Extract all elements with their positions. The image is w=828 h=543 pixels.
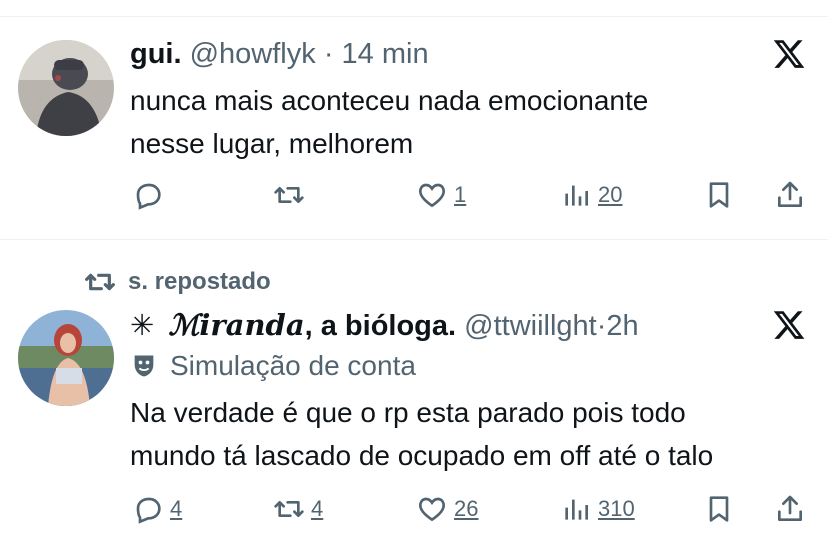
views-count[interactable]: 310 [598,496,635,522]
share-button[interactable] [774,489,806,529]
author-handle[interactable]: @ttwiillght [464,310,597,342]
separator: · [323,38,334,70]
reply-icon [136,183,161,210]
views-button[interactable]: 310 [560,489,635,529]
action-bar: 4 4 26 310 [0,489,828,529]
avatar[interactable] [18,310,114,406]
tweet-text: Na verdade é que o rp esta parado pois t… [130,391,810,477]
tweet-header: gui. @howflyk · 14 min [130,37,429,71]
repost-context[interactable]: s. repostado [84,266,271,298]
tweet-text-line: nunca mais aconteceu nada emocionante [130,85,649,116]
share-icon [778,181,802,207]
reposted-by-label: s. repostado [128,268,271,295]
like-button[interactable]: 26 [416,489,478,529]
heart-icon [419,497,445,522]
action-bar: 1 20 [0,175,828,215]
share-icon [778,495,802,521]
like-button[interactable]: 1 [416,175,466,215]
repost-icon [274,501,304,517]
share-button[interactable] [774,175,806,215]
x-logo-icon [773,311,805,339]
reply-count[interactable]: 4 [170,496,182,522]
like-count[interactable]: 26 [454,496,478,522]
tweet-divider [0,239,828,240]
like-count[interactable]: 1 [454,182,466,208]
heart-icon [419,183,445,208]
theater-mask-icon [134,355,154,377]
timestamp[interactable]: 2h [606,310,638,342]
bookmark-icon [709,182,729,208]
repost-icon [85,273,115,291]
author-name-script[interactable]: ℳiranda [168,308,304,342]
star-decoration: ✳︎ [130,310,155,342]
author-name[interactable]: gui. [130,38,182,70]
bookmark-button[interactable] [703,489,735,529]
avatar[interactable] [18,40,114,136]
repost-count[interactable]: 4 [311,496,323,522]
repost-button[interactable] [273,175,305,215]
author-name[interactable]: , a bióloga. [305,310,456,342]
top-divider [0,16,828,17]
tweet-header: ✳︎ ℳiranda, a bióloga. @ttwiillght·2h [130,308,639,343]
reply-button[interactable] [132,175,164,215]
views-count[interactable]: 20 [598,182,622,208]
tweet-text-line: mundo tá lascado de ocupado em off até o… [130,440,714,471]
bookmark-icon [709,496,729,522]
parody-account-label: Simulação de conta [130,350,416,382]
separator: · [596,310,607,342]
reply-icon [136,497,161,524]
bookmark-button[interactable] [703,175,735,215]
views-button[interactable]: 20 [560,175,622,215]
account-label-text: Simulação de conta [170,350,416,381]
tweet-text: nunca mais aconteceu nada emocionante ne… [130,79,810,165]
tweet-text-line: Na verdade é que o rp esta parado pois t… [130,397,686,428]
timestamp[interactable]: 14 min [342,38,429,70]
x-logo-icon [773,40,805,68]
views-chart-icon [565,499,588,520]
author-handle[interactable]: @howflyk [190,38,316,70]
views-chart-icon [565,185,588,206]
repost-button[interactable]: 4 [273,489,323,529]
repost-icon [274,187,304,203]
tweet-text-line: nesse lugar, melhorem [130,128,414,159]
reply-button[interactable]: 4 [132,489,182,529]
